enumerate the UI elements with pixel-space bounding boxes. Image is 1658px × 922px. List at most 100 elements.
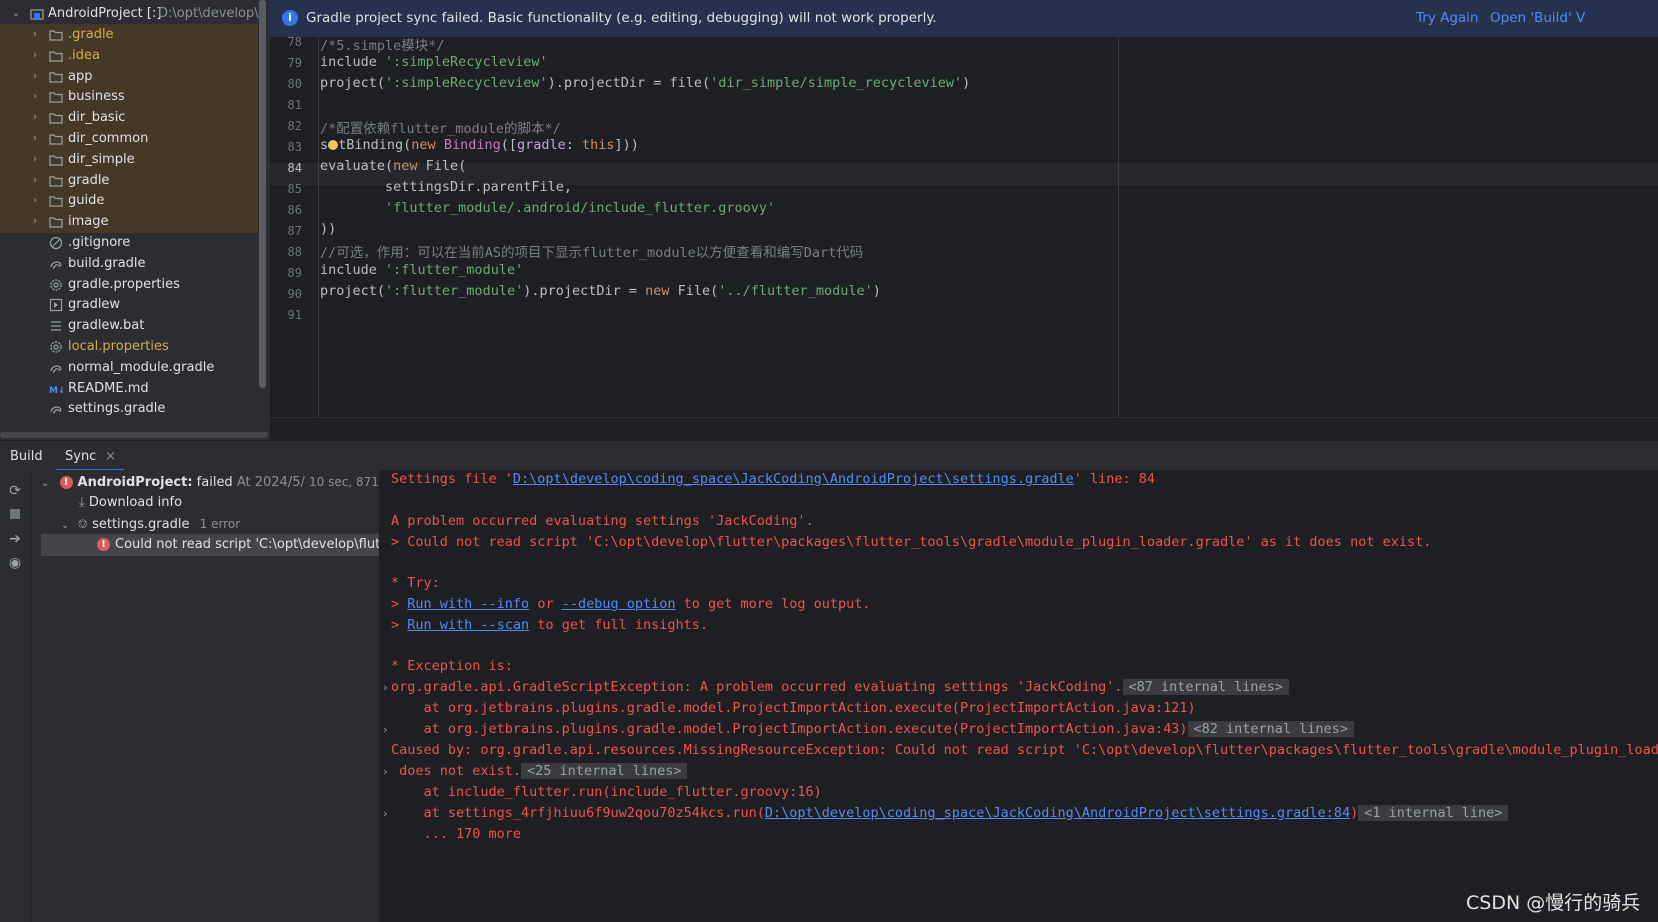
project-horizontal-scrollbar[interactable] — [0, 432, 268, 438]
code-line-88: //可选，作用：可以在当前AS的项目下显示flutter_module以方便查看… — [320, 245, 864, 261]
project-tree-item-label: dir_simple — [68, 151, 135, 167]
project-root-label: AndroidProject [:] — [48, 6, 162, 21]
code-token: ) — [872, 283, 881, 299]
project-tree-item[interactable]: › image — [0, 211, 258, 234]
code-line-84: evaluate(new File( — [320, 158, 466, 174]
debug-option-link[interactable]: --debug option — [562, 596, 676, 612]
stop-icon[interactable] — [6, 506, 24, 524]
chevron-right-icon[interactable]: › — [27, 149, 43, 171]
build-root-row[interactable]: ⌄ ! AndroidProject: failed At 2024/5/ 10 … — [41, 471, 379, 493]
run-with-info-link[interactable]: Run with --info — [407, 596, 529, 612]
settings-gradle-line-link[interactable]: D:\opt\develop\coding_space\JackCoding\A… — [765, 805, 1350, 821]
eye-icon[interactable]: ◉ — [6, 554, 24, 572]
project-tree-item[interactable]: › gradle — [0, 169, 258, 192]
chevron-right-icon[interactable]: › — [27, 107, 43, 129]
console-line: Settings file 'D:\opt\develop\coding_spa… — [391, 471, 1155, 487]
chevron-right-icon[interactable]: › — [27, 86, 43, 108]
chevron-down-icon[interactable]: ⌄ — [61, 520, 69, 531]
code-line-83: s tBinding(new Binding([gradle: this])) — [320, 137, 639, 153]
project-tree-item[interactable]: gradlew.bat — [0, 315, 258, 337]
project-tree-item[interactable]: gradle.properties — [0, 274, 258, 296]
code-line-82: /*配置依赖flutter_module的脚本*/ — [320, 121, 561, 137]
project-tree-item[interactable]: › app — [0, 65, 258, 88]
console-text: or — [529, 596, 562, 612]
project-tree-item[interactable]: › .gradle — [0, 24, 258, 46]
internal-lines-fold[interactable]: <87 internal lines> — [1122, 679, 1289, 695]
project-tree-item[interactable]: gradlew — [0, 294, 258, 316]
code-token: evaluate( — [320, 158, 394, 174]
pin-icon[interactable]: ➔ — [6, 530, 24, 548]
settings-gradle-row[interactable]: ⌄ ⎊ settings.gradle 1 error — [61, 513, 240, 535]
chevron-right-icon[interactable]: › — [27, 128, 43, 150]
code-token: '../flutter_module' — [718, 283, 873, 299]
tab-build[interactable]: Build — [10, 449, 43, 464]
line-number: 78 — [287, 35, 302, 49]
project-tree-item[interactable]: › guide — [0, 190, 258, 213]
project-tool-window: ⌄ AndroidProject [:] D:\opt\develop\ › .g… — [0, 0, 270, 440]
chevron-right-icon[interactable]: › — [27, 170, 43, 192]
try-again-link[interactable]: Try Again — [1416, 10, 1478, 26]
chevron-right-icon[interactable]: › — [27, 45, 43, 67]
project-tree-item[interactable]: › dir_basic — [0, 107, 258, 130]
project-root-row[interactable]: ⌄ AndroidProject [:] D:\opt\develop\ — [0, 3, 270, 25]
line-number: 88 — [287, 245, 302, 259]
tab-sync[interactable]: Sync — [65, 449, 96, 464]
project-tree-item[interactable]: M↓ README.md — [0, 378, 258, 400]
console-line: ... 170 more — [391, 826, 522, 842]
folder-icon — [49, 215, 63, 229]
build-tree-view: ⌄ ! AndroidProject: failed At 2024/5/ 10 … — [31, 470, 380, 922]
build-root-time: At 2024/5/ — [236, 475, 305, 490]
download-info-row[interactable]: ⤓ Download info — [79, 492, 182, 514]
code-token: 'dir_simple/simple_recycleview' — [710, 75, 963, 91]
code-token: ) — [962, 75, 971, 91]
chevron-right-icon[interactable]: › — [382, 723, 389, 736]
gear-icon — [49, 340, 63, 354]
close-icon[interactable]: × — [105, 449, 116, 464]
internal-lines-fold[interactable]: <82 internal lines> — [1187, 721, 1354, 737]
project-tree-item[interactable]: settings.gradle — [0, 398, 258, 420]
settings-file-link[interactable]: D:\opt\develop\coding_space\JackCoding\A… — [513, 471, 1074, 487]
chevron-right-icon[interactable]: › — [27, 190, 43, 212]
lightbulb-icon[interactable] — [328, 140, 339, 150]
chevron-right-icon[interactable]: › — [27, 24, 43, 46]
project-tree-item[interactable]: › business — [0, 86, 258, 109]
code-token: ).projectDir = — [523, 283, 646, 299]
project-tree-item[interactable]: › dir_simple — [0, 148, 258, 171]
code-line-85: settingsDir.parentFile, — [320, 179, 572, 195]
console-line: > Run with --info or --debug option to g… — [391, 596, 871, 612]
project-scrollbar[interactable] — [259, 0, 266, 388]
error-item-row[interactable]: ! Could not read script 'C:\opt\develop\f… — [41, 534, 379, 556]
code-line-90: project(':flutter_module').projectDir = … — [320, 283, 881, 299]
chevron-right-icon[interactable]: › — [382, 807, 389, 820]
project-tree-item[interactable]: build.gradle — [0, 253, 258, 275]
open-build-link[interactable]: Open 'Build' V — [1490, 10, 1585, 26]
project-tree-item-label: local.properties — [68, 339, 169, 354]
line-number: 82 — [287, 119, 302, 133]
run-with-scan-link[interactable]: Run with --scan — [407, 617, 529, 633]
internal-lines-fold[interactable]: <25 internal lines> — [521, 763, 688, 779]
console-text: to get more log output. — [675, 596, 871, 612]
line-number-gutter: 78 79 80 81 82 83 84 85 86 87 88 89 90 9… — [270, 35, 319, 417]
project-tree-item-label: build.gradle — [68, 255, 146, 271]
sync-icon[interactable]: ⟳ — [6, 482, 24, 500]
project-tree-item[interactable]: local.properties — [0, 336, 258, 358]
line-number: 79 — [287, 56, 302, 70]
chevron-right-icon[interactable]: › — [27, 211, 43, 233]
project-tree-item[interactable]: .gitignore — [0, 232, 258, 254]
line-number: 83 — [287, 140, 302, 154]
project-tree-item[interactable]: › .idea — [0, 44, 258, 67]
code-editor[interactable]: 78 79 80 81 82 83 84 85 86 87 88 89 90 9… — [270, 35, 1658, 441]
chevron-down-icon[interactable]: ⌄ — [8, 3, 24, 25]
chevron-right-icon[interactable]: › — [382, 681, 389, 694]
build-console[interactable]: Settings file 'D:\opt\develop\coding_spa… — [380, 470, 1658, 922]
project-tree-item[interactable]: normal_module.gradle — [0, 357, 258, 379]
code-line-80: project(':simpleRecycleview').projectDir… — [320, 75, 970, 91]
chevron-right-icon[interactable]: › — [382, 765, 389, 778]
chevron-right-icon[interactable]: › — [27, 66, 43, 88]
project-tree-item[interactable]: › dir_common — [0, 128, 258, 150]
line-number: 91 — [287, 308, 302, 322]
console-line: > Run with --scan to get full insights. — [391, 617, 708, 633]
internal-lines-fold[interactable]: <1 internal line> — [1358, 805, 1509, 821]
chevron-down-icon[interactable]: ⌄ — [41, 478, 49, 489]
code-token: gradle — [516, 137, 566, 153]
